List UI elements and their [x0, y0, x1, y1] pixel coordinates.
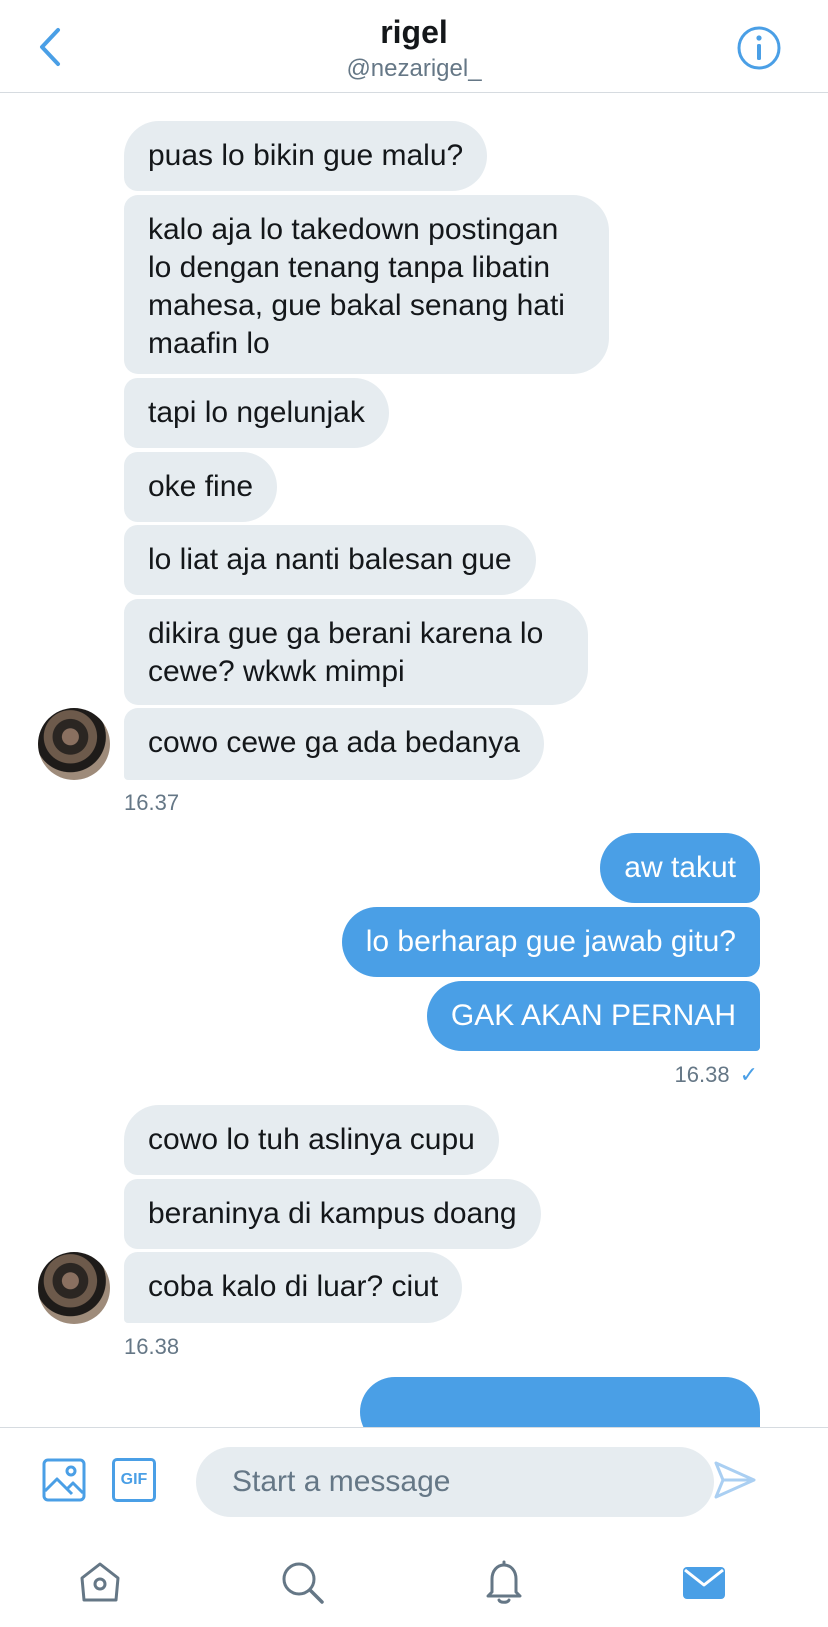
message-incoming[interactable]: coba kalo di luar? ciut	[124, 1252, 463, 1323]
message-incoming[interactable]: tapi lo ngelunjak	[124, 378, 389, 448]
message-outgoing[interactable]: lo berharap gue jawab gitu?	[341, 907, 760, 977]
home-icon[interactable]	[76, 1558, 124, 1606]
info-icon[interactable]	[736, 25, 782, 71]
avatar[interactable]	[38, 708, 110, 780]
notifications-icon[interactable]	[480, 1558, 528, 1606]
message-timestamp: 16.38	[124, 1334, 180, 1359]
message-outgoing[interactable]: GAK AKAN PERNAH	[426, 981, 760, 1051]
message-incoming[interactable]: lo liat aja nanti balesan gue	[124, 525, 536, 595]
message-composer: GIF	[0, 1427, 828, 1532]
avatar[interactable]	[38, 1252, 110, 1324]
message-thread[interactable]: puas lo bikin gue malu? kalo aja lo take…	[0, 93, 828, 1427]
message-outgoing[interactable]: aw takut	[600, 833, 760, 903]
send-icon[interactable]	[714, 1460, 756, 1500]
message-incoming[interactable]: cowo cewe ga ada bedanya	[124, 708, 544, 780]
message-incoming[interactable]: beraninya di kampus doang	[124, 1179, 541, 1249]
message-incoming[interactable]: puas lo bikin gue malu?	[124, 121, 488, 191]
conversation-handle: @nezarigel_	[346, 55, 482, 82]
message-incoming[interactable]: dikira gue ga berani karena lo cewe? wkw…	[124, 599, 588, 705]
conversation-title[interactable]: rigel	[0, 14, 828, 51]
message-incoming[interactable]: cowo lo tuh aslinya cupu	[124, 1105, 499, 1175]
message-input[interactable]	[196, 1447, 714, 1517]
message-timestamp-row: 16.38 ✓	[675, 1062, 759, 1088]
search-icon[interactable]	[278, 1558, 326, 1606]
read-check-icon: ✓	[739, 1062, 758, 1087]
message-incoming[interactable]: oke fine	[124, 452, 278, 522]
gif-button[interactable]: GIF	[112, 1458, 156, 1502]
message-timestamp: 16.37	[124, 790, 180, 815]
conversation-header: rigel @nezarigel_	[0, 0, 828, 93]
message-incoming[interactable]: kalo aja lo takedown postingan lo dengan…	[124, 195, 609, 374]
message-timestamp: 16.38	[674, 1062, 730, 1087]
message-outgoing-partial[interactable]	[360, 1377, 760, 1427]
messages-icon[interactable]	[680, 1558, 728, 1606]
tab-bar	[0, 1532, 828, 1627]
image-icon[interactable]	[42, 1458, 86, 1502]
